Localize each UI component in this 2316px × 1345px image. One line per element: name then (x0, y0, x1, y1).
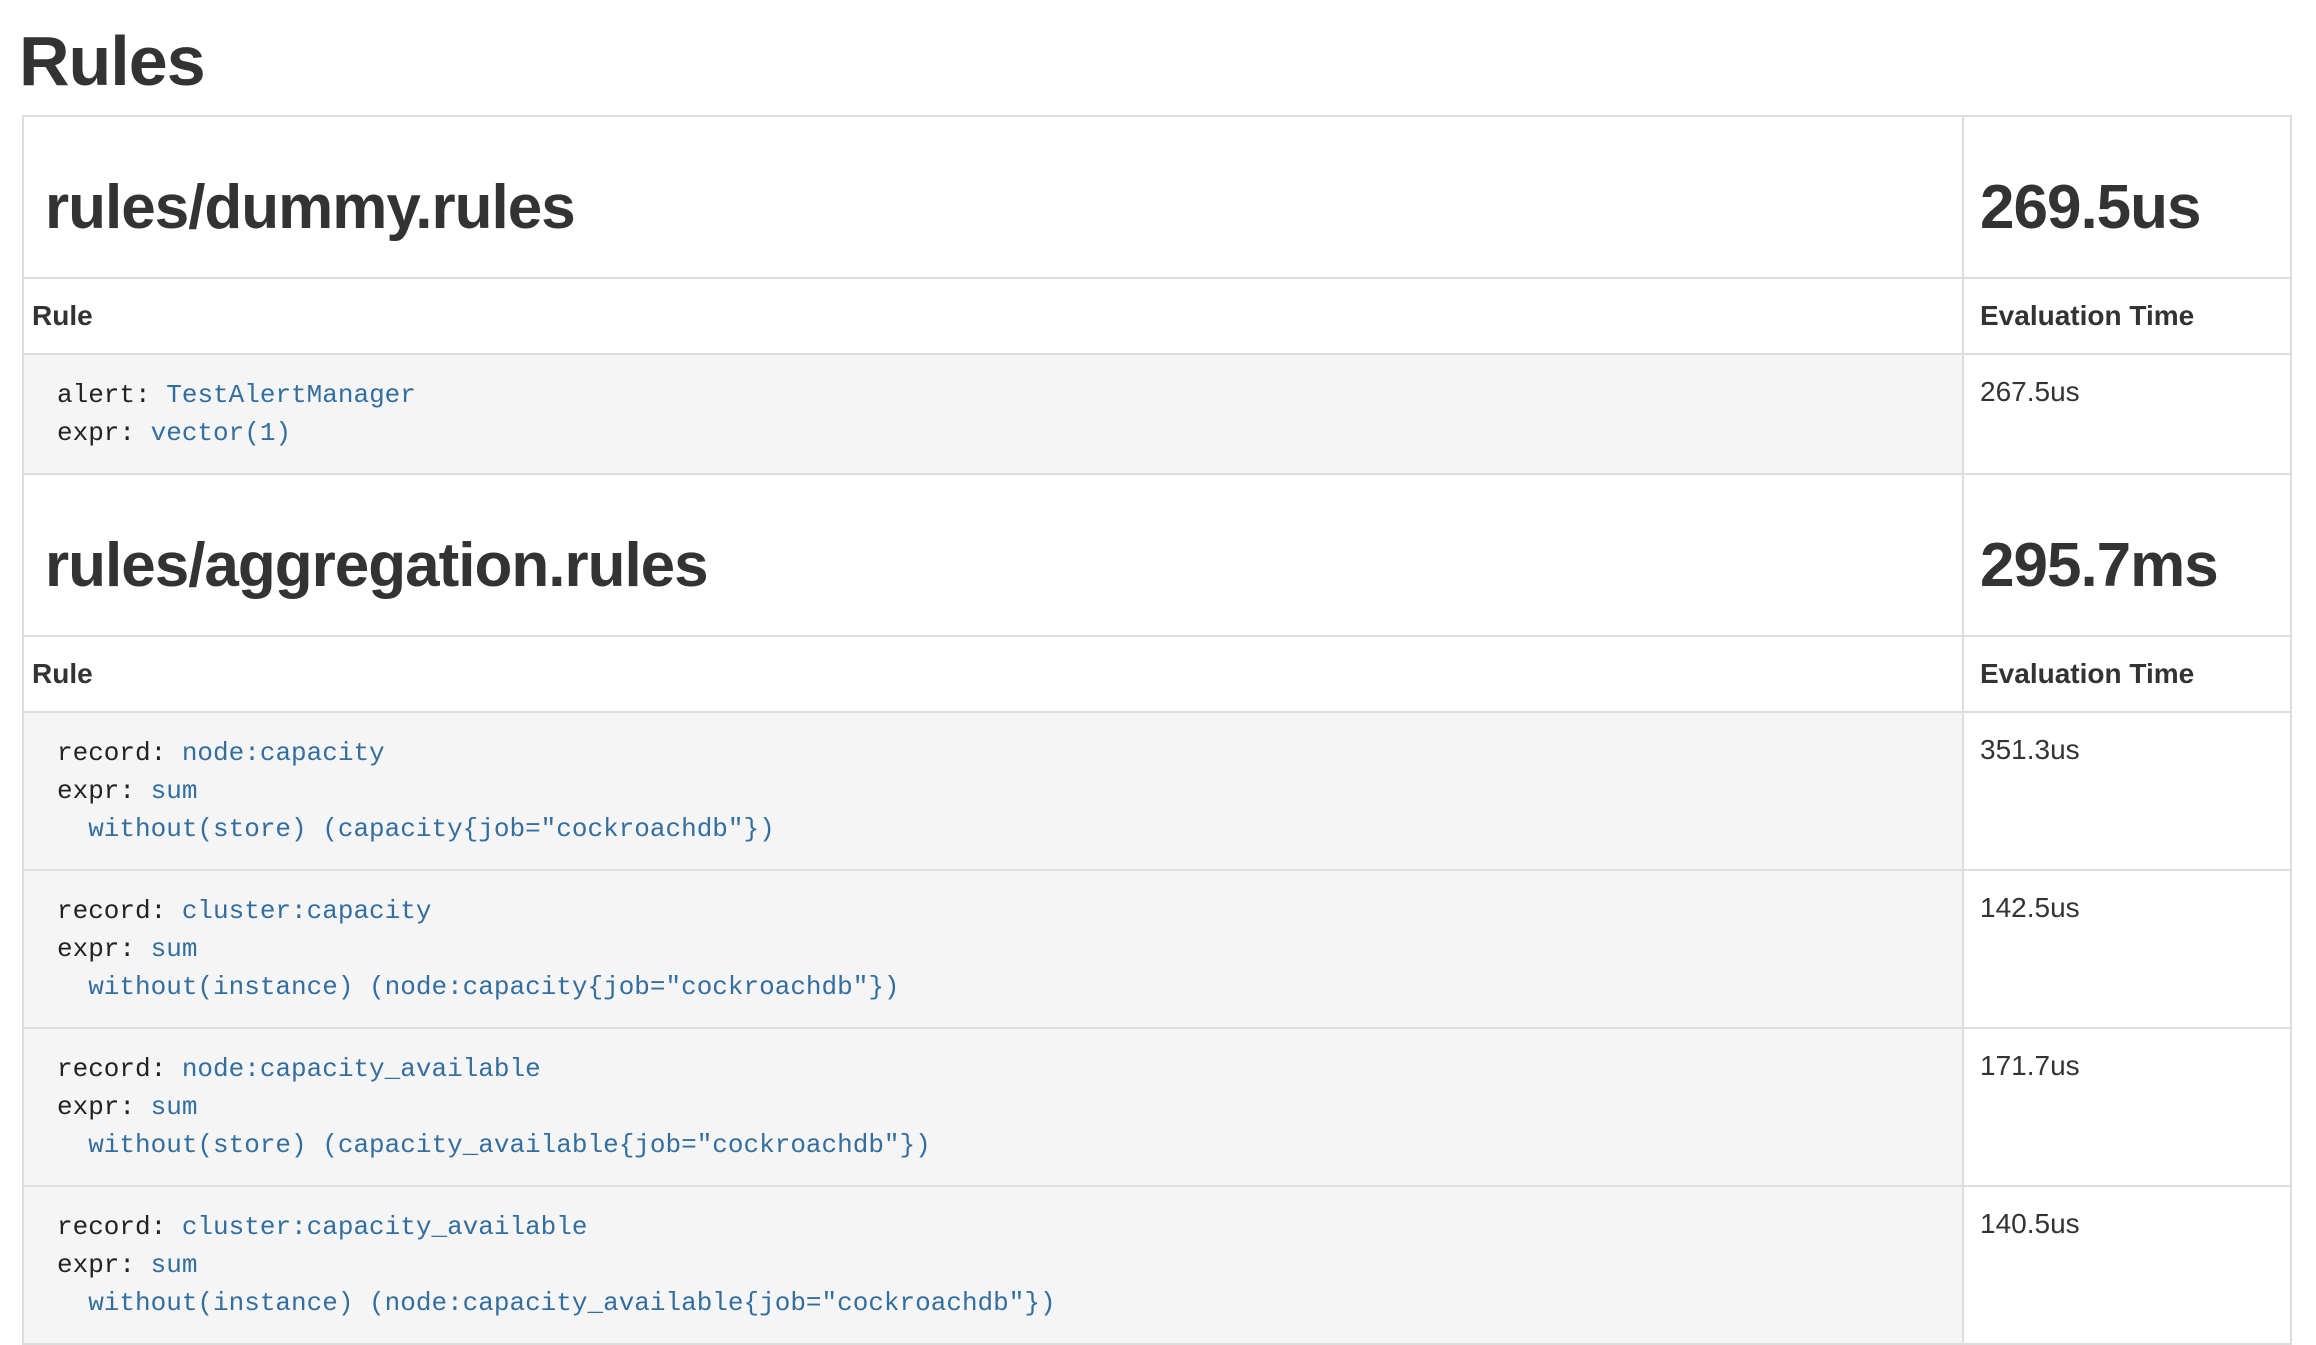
rule-definition: alert: TestAlertManagerexpr: vector(1) (57, 376, 1946, 452)
rule-group-evaluation-time: 269.5us (1980, 175, 2274, 241)
rule-code-line: record: cluster:capacity_available (57, 1208, 1946, 1246)
rule-code-link[interactable]: TestAlertManager (166, 380, 416, 410)
rule-group-header-row: rules/aggregation.rules 295.7ms (23, 474, 2291, 636)
rule-code-label: record: (57, 1054, 166, 1084)
rule-code-line: without(store) (capacity{job="cockroachd… (57, 810, 1946, 848)
rule-evaluation-time: 351.3us (1963, 712, 2291, 870)
rule-group-time-cell: 269.5us (1963, 116, 2291, 278)
rule-evaluation-time: 171.7us (1963, 1028, 2291, 1186)
rule-row: record: cluster:capacity_availableexpr: … (23, 1186, 2291, 1344)
rule-code-line: record: node:capacity_available (57, 1050, 1946, 1088)
rule-code-link[interactable]: cluster:capacity (182, 896, 432, 926)
rule-definition: record: node:capacityexpr: sum without(s… (57, 734, 1946, 848)
rule-code-label: record: (57, 738, 166, 768)
rule-code-line: expr: sum (57, 1088, 1946, 1126)
rule-code-line: alert: TestAlertManager (57, 376, 1946, 414)
rule-cell: record: cluster:capacityexpr: sum withou… (23, 870, 1963, 1028)
rule-group-evaluation-time: 295.7ms (1980, 533, 2274, 599)
rule-code-link[interactable]: node:capacity_available (182, 1054, 541, 1084)
rule-code-link[interactable]: sum (151, 1250, 198, 1280)
rule-code-label: expr: (57, 418, 135, 448)
rule-code-link[interactable]: node:capacity (182, 738, 385, 768)
rule-code-line: record: node:capacity (57, 734, 1946, 772)
rule-group-name-cell: rules/dummy.rules (23, 116, 1963, 278)
rule-code-link[interactable]: vector(1) (151, 418, 291, 448)
rule-row: record: node:capacity_availableexpr: sum… (23, 1028, 2291, 1186)
rule-code-link[interactable]: sum (151, 934, 198, 964)
rule-code-link[interactable]: sum (151, 1092, 198, 1122)
rule-code-line: expr: sum (57, 772, 1946, 810)
rule-group-name: rules/aggregation.rules (45, 533, 1946, 599)
rule-definition: record: cluster:capacityexpr: sum withou… (57, 892, 1946, 1006)
rule-code-label: record: (57, 1212, 166, 1242)
rule-group-name-cell: rules/aggregation.rules (23, 474, 1963, 636)
rule-code-line: without(store) (capacity_available{job="… (57, 1126, 1946, 1164)
rule-code-link[interactable]: sum (151, 776, 198, 806)
rule-cell: record: node:capacity_availableexpr: sum… (23, 1028, 1963, 1186)
rule-row: record: node:capacityexpr: sum without(s… (23, 712, 2291, 870)
column-header-row: RuleEvaluation Time (23, 278, 2291, 354)
column-header-rule: Rule (23, 278, 1963, 354)
rule-code-link[interactable]: without(store) (capacity{job="cockroachd… (57, 814, 775, 844)
rule-evaluation-time: 267.5us (1963, 354, 2291, 474)
rule-evaluation-time: 142.5us (1963, 870, 2291, 1028)
column-header-row: RuleEvaluation Time (23, 636, 2291, 712)
rule-evaluation-time: 140.5us (1963, 1186, 2291, 1344)
rule-code-link[interactable]: without(instance) (node:capacity_availab… (57, 1288, 1056, 1318)
rule-code-line: without(instance) (node:capacity_availab… (57, 1284, 1946, 1322)
rule-group-time-cell: 295.7ms (1963, 474, 2291, 636)
rule-code-link[interactable]: cluster:capacity_available (182, 1212, 588, 1242)
rule-definition: record: node:capacity_availableexpr: sum… (57, 1050, 1946, 1164)
rule-group-header-row: rules/dummy.rules 269.5us (23, 116, 2291, 278)
rule-code-line: expr: sum (57, 1246, 1946, 1284)
rule-cell: record: cluster:capacity_availableexpr: … (23, 1186, 1963, 1344)
rule-code-link[interactable]: without(store) (capacity_available{job="… (57, 1130, 931, 1160)
rule-code-label: expr: (57, 1250, 135, 1280)
rule-code-label: alert: (57, 380, 151, 410)
rule-code-line: without(instance) (node:capacity{job="co… (57, 968, 1946, 1006)
rule-cell: record: node:capacityexpr: sum without(s… (23, 712, 1963, 870)
column-header-rule: Rule (23, 636, 1963, 712)
rule-row: record: cluster:capacityexpr: sum withou… (23, 870, 2291, 1028)
rules-page: Rules rules/dummy.rules269.5usRuleEvalua… (0, 0, 2316, 1345)
rule-code-line: expr: vector(1) (57, 414, 1946, 452)
rule-code-link[interactable]: without(instance) (node:capacity{job="co… (57, 972, 900, 1002)
column-header-evaluation-time: Evaluation Time (1963, 636, 2291, 712)
rule-cell: alert: TestAlertManagerexpr: vector(1) (23, 354, 1963, 474)
rule-code-line: record: cluster:capacity (57, 892, 1946, 930)
rule-definition: record: cluster:capacity_availableexpr: … (57, 1208, 1946, 1322)
column-header-evaluation-time: Evaluation Time (1963, 278, 2291, 354)
rule-row: alert: TestAlertManagerexpr: vector(1)26… (23, 354, 2291, 474)
rule-code-label: expr: (57, 776, 135, 806)
rule-group-name: rules/dummy.rules (45, 175, 1946, 241)
rule-code-line: expr: sum (57, 930, 1946, 968)
rule-code-label: expr: (57, 934, 135, 964)
page-title: Rules (19, 0, 2316, 100)
rule-code-label: record: (57, 896, 166, 926)
rules-table: rules/dummy.rules269.5usRuleEvaluation T… (22, 115, 2292, 1345)
rule-code-label: expr: (57, 1092, 135, 1122)
